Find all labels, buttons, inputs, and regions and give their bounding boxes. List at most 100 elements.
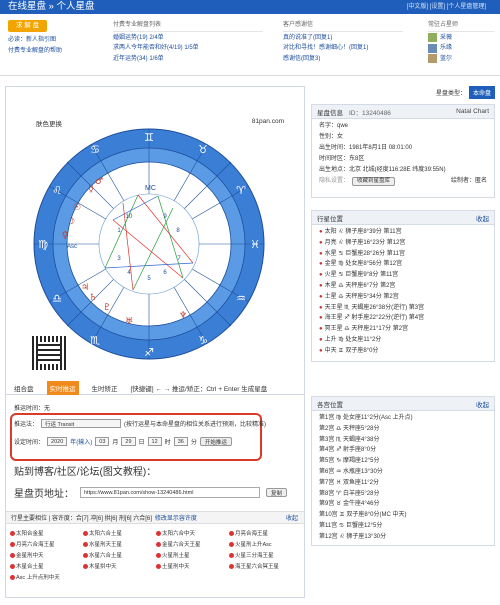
- saturn-icon: ♄: [89, 293, 97, 303]
- chart-area: 肤色更换 81pan.com MC Asc ♊ ♉ ♈ ♓ ♒ ♑ ♐ ♏ ♎ …: [6, 87, 304, 379]
- aspect-icon: [10, 552, 15, 558]
- reader-link[interactable]: 乐缘: [440, 43, 452, 54]
- help-column: 求 解 盘 必读：新人指引图 付费专业解盘的帮助: [8, 20, 62, 56]
- request-reading-button[interactable]: 求 解 盘: [8, 20, 48, 32]
- aspects-header: 行星主要相位 | 容许度：合[7] 冲[6] 拱[6] 刑[6] 六合[6] 修…: [6, 511, 304, 524]
- planet-row: ● 金星 ♍ 处女座8°56分 第12宫: [312, 259, 494, 270]
- chart-url-input[interactable]: https://www.81pan.com/show-13240486.html: [80, 487, 260, 498]
- sagittarius-icon: ♐: [144, 346, 154, 359]
- tab-composite[interactable]: 组合盘: [11, 381, 37, 395]
- chart-panel: 肤色更换 81pan.com MC Asc ♊ ♉ ♈ ♓ ♒ ♑ ♐ ♏ ♎ …: [5, 86, 305, 598]
- info-timezone: 时间时区：东8区: [319, 156, 365, 162]
- hour-select[interactable]: 12: [147, 437, 162, 446]
- aspects-collapse-link[interactable]: 收起: [286, 513, 298, 522]
- minute-select[interactable]: 36: [173, 437, 188, 446]
- top-nav-bar: 在线星盘 » 个人星盘 [中文版] [设置] [个人星盘管理]: [0, 0, 500, 14]
- thanks-item[interactable]: 感谢信(回复3): [283, 54, 403, 65]
- thanks-item[interactable]: 真的说准了(回复1): [283, 33, 403, 44]
- method-select[interactable]: 行运 Transit: [41, 419, 122, 428]
- natal-chart-label: Natal Chart: [456, 108, 489, 115]
- moon-icon: ☽: [67, 217, 75, 227]
- aspect-icon: [229, 530, 234, 536]
- aspect-icon: [10, 574, 15, 580]
- aspect-item: 火星三分海王星: [229, 551, 302, 559]
- tab-birth-rectify[interactable]: 生时矫正: [89, 381, 121, 395]
- aspect-item: 金星六合天王星: [156, 540, 229, 548]
- method-row: 推运法： 行运 Transit (按行运星与本命星盘的相位关系进行预测，比较精准…: [14, 419, 266, 428]
- aspect-icon: [156, 563, 161, 569]
- reader-link[interactable]: 采薇: [440, 33, 452, 44]
- planet-icon: ●: [319, 304, 323, 311]
- right-panel: 星盘类型： 本命盘 星盘信息 ID：13240486 Natal Chart 名…: [311, 86, 495, 598]
- house-row: 第1宫 ♍ 处女座11°2分(Asc 上升点): [319, 415, 413, 421]
- libra-icon: ♎: [52, 292, 62, 305]
- time-row: 设定时间： 2020 年(输入) 03 月 29 日 12 时 36 分 开始推…: [14, 437, 232, 446]
- planets-collapse-link[interactable]: 收起: [476, 213, 489, 223]
- houses-collapse-link[interactable]: 收起: [476, 399, 489, 409]
- day-select[interactable]: 29: [121, 437, 136, 446]
- qr-code: [32, 336, 66, 370]
- aspect-item: 火星刑土星: [156, 551, 229, 559]
- start-transit-button[interactable]: 开始推运: [199, 437, 232, 446]
- aspect-item: 太阳六合土星: [83, 529, 156, 537]
- planet-icon: ●: [319, 282, 323, 289]
- planet-row: ● 土星 ♎ 天秤座5°34分 第2宫: [312, 292, 494, 303]
- aspect-item: 火星刑上升Asc: [229, 540, 302, 548]
- copy-button[interactable]: 复制: [266, 488, 288, 497]
- houses-header: 各宫位置 收起: [312, 397, 494, 411]
- info-bar: 求 解 盘 必读：新人指引图 付费专业解盘的帮助 付费专业解盘列表 婚姻运势(1…: [0, 16, 500, 76]
- newbie-guide-link[interactable]: 必读：新人指引图: [8, 35, 62, 46]
- year-select[interactable]: 2020: [47, 437, 68, 446]
- tab-realtime-transit[interactable]: 实时推运: [46, 380, 79, 395]
- aspect-icon: [229, 552, 234, 558]
- month-select[interactable]: 03: [95, 437, 110, 446]
- virgo-icon: ♍: [38, 238, 48, 251]
- method-note: (按行运星与本命星盘的相位关系进行预测，比较精准): [124, 422, 267, 428]
- planet-row: ● 木星 ♎ 天秤座6°7分 第2宫: [312, 281, 494, 292]
- aspect-item: 木星拱中天: [83, 562, 156, 570]
- planet-row: ● 水星 ♋ 巨蟹座28°26分 第11宫: [312, 249, 494, 260]
- chart-type-button[interactable]: 本命盘: [468, 86, 495, 99]
- aspect-icon: [83, 563, 88, 569]
- edit-orb-link[interactable]: 修改显示容许度: [155, 513, 197, 522]
- reader-avatar: [428, 33, 437, 43]
- chart-tabs: 组合盘 实时推运 生时矫正 [快捷键] ← → 推运/矫正：Ctrl + Ent…: [6, 380, 304, 395]
- capricorn-icon: ♑: [198, 334, 208, 347]
- planet-row: ● 上升 ♍ 处女座11°2分: [312, 335, 494, 346]
- aspect-icon: [83, 530, 88, 536]
- thanks-header: 客户感谢信: [283, 20, 403, 32]
- house-row: 第4宫 ♐ 射手座8°0分: [319, 447, 377, 454]
- chart-info-header: 星盘信息 ID：13240486 Natal Chart: [312, 105, 494, 119]
- aspect-item: Asc 上升点刑中天: [10, 573, 83, 581]
- aspect-item: 月亮六合海王星: [10, 540, 83, 548]
- planet-icon: ●: [319, 347, 323, 354]
- time-label: 设定时间：: [14, 440, 45, 446]
- paid-item[interactable]: 婚姻运势(19) 2/4单: [113, 33, 263, 44]
- thanks-item[interactable]: 对比和寻找！感谢细心！(回复1): [283, 43, 403, 54]
- planet-row: ● 冥王星 ♎ 天秤座21°17分 第2宫: [312, 324, 494, 335]
- reader-link[interactable]: 蓝尔: [440, 54, 452, 65]
- paid-list-column: 付费专业解盘列表 婚姻运势(19) 2/4单 求两人今年能否和好(4/19) 1…: [113, 20, 263, 64]
- aspect-icon: [83, 552, 88, 558]
- chart-info-body: 名字：qwe 性别：女 出生时间：1981年8月1日 08:01:00 时间时区…: [312, 119, 494, 189]
- aspect-item: 木星合土星: [10, 562, 83, 570]
- planet-row: ● 海王星 ♐ 射手座22°22分(逆行) 第4宫: [312, 313, 494, 324]
- skin-change-link[interactable]: 肤色更换: [36, 118, 62, 128]
- readers-column: 常驻占星师 采薇 乐缘 蓝尔: [428, 20, 494, 64]
- house-row: 第8宫 ♈ 白羊座5°28分: [319, 490, 380, 497]
- planet-row: ● 天王星 ♏ 天蝎座26°38分(逆行) 第3宫: [312, 303, 494, 314]
- paid-item[interactable]: 求两人今年能否和好(4/19) 1/5单: [113, 43, 263, 54]
- paste-title: 贴到博客/社区/论坛(图文教程)：: [14, 467, 157, 478]
- save-to-library-button[interactable]: 收藏到星盘库: [352, 177, 396, 186]
- house-row: 第6宫 ♒ 水瓶座13°30分: [319, 468, 383, 475]
- info-birth: 出生时间：1981年8月1日 08:01:00: [319, 145, 413, 151]
- paid-help-link[interactable]: 付费专业解盘的帮助: [8, 46, 62, 57]
- method-label: 推运法：: [14, 422, 39, 428]
- url-label: 星盘页地址：: [14, 489, 74, 500]
- aries-icon: ♈: [236, 184, 246, 197]
- shortcut-hint: [快捷键] ← → 推运/矫正：Ctrl + Enter 生成星盘: [130, 385, 268, 393]
- top-right-links[interactable]: [中文版] [设置] [个人星盘管理]: [407, 0, 486, 14]
- paid-item[interactable]: 近年运势(34) 1/6单: [113, 54, 263, 65]
- reader-avatar: [428, 54, 437, 64]
- year-input-link[interactable]: 年(输入): [70, 437, 92, 446]
